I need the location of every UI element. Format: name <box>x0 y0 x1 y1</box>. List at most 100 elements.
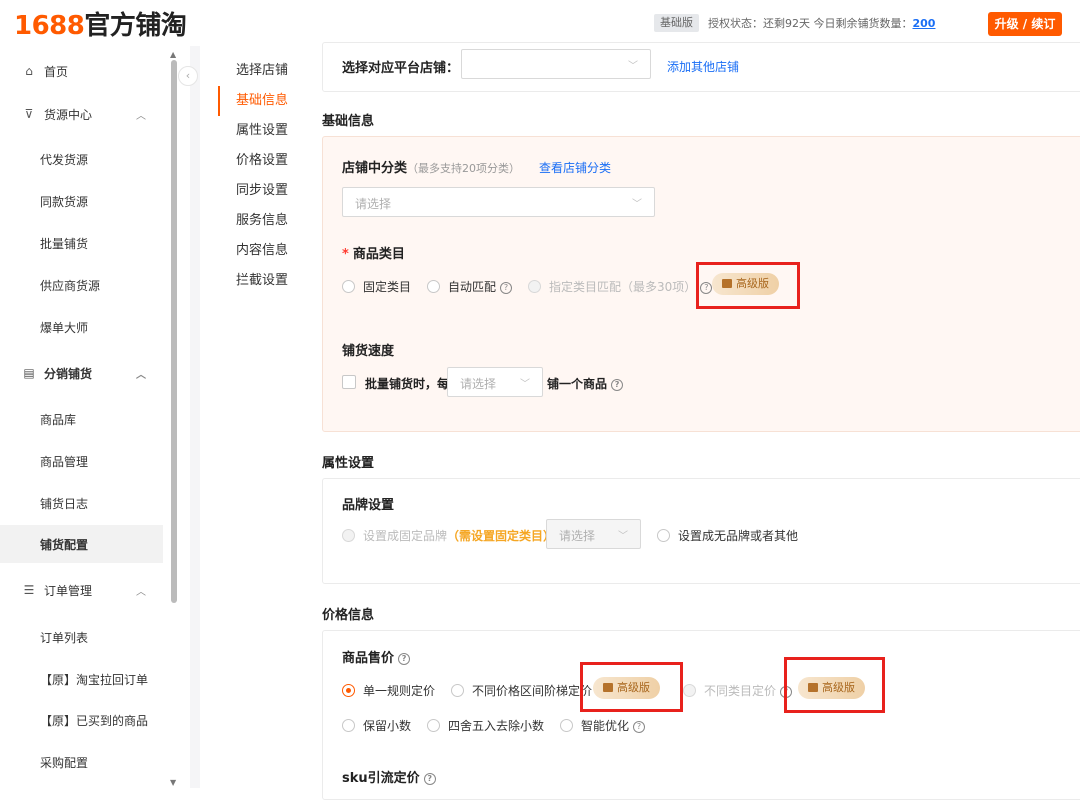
shop-category-select[interactable]: 请选择 ﹀ <box>342 187 655 217</box>
help-icon[interactable]: ? <box>398 652 411 665</box>
anchor-basic-info[interactable]: 基础信息 <box>214 86 314 116</box>
upgrade-button[interactable]: 升级 / 续订 <box>988 12 1062 36</box>
radio-no-brand[interactable] <box>657 529 670 542</box>
sidebar-item-product-library[interactable]: 商品库 <box>0 400 163 438</box>
radio-label: 保留小数 <box>363 719 412 733</box>
sidebar-group-source-center[interactable]: ⊽ 货源中心 ︿ <box>0 95 163 133</box>
radio-fixed-category[interactable] <box>342 280 355 293</box>
radio-label: 固定类目 <box>363 280 412 294</box>
radio-label: 不同类目定价? <box>704 682 793 699</box>
help-icon[interactable]: ? <box>611 378 624 391</box>
sidebar-group-orders[interactable]: ☰ 订单管理 ︿ <box>0 571 163 609</box>
category-price-option: 不同类目定价? <box>683 682 798 699</box>
anchor-price-settings[interactable]: 价格设置 <box>214 146 314 176</box>
highlight-box <box>696 262 800 309</box>
brand-none-option: 设置成无品牌或者其他 <box>657 527 814 544</box>
collapse-sidebar-button[interactable]: ‹ <box>178 66 198 86</box>
sidebar-group-distribution[interactable]: ▤ 分销铺货 ︿ <box>0 354 163 392</box>
chevron-up-icon: ︿ <box>136 369 146 381</box>
store-select[interactable]: ﹀ <box>461 49 651 79</box>
app-logo[interactable]: 1688官方铺淘 <box>14 5 187 42</box>
radio-category-price[interactable] <box>683 684 696 697</box>
speed-prefix: 批量铺货时，每 <box>365 377 450 391</box>
highlight-box <box>580 662 683 712</box>
brand-requirement-note: （需设置固定类目） <box>447 529 556 543</box>
anchor-service-info[interactable]: 服务信息 <box>214 206 314 236</box>
radio-round-off[interactable] <box>427 719 441 732</box>
logo-text: 官方铺淘 <box>84 11 187 41</box>
shop-category-hint: （最多支持20项分类） <box>407 162 521 175</box>
sidebar-item-taobao-orders[interactable]: 【原】淘宝拉回订单 <box>0 660 163 698</box>
sidebar-item-bought-products[interactable]: 【原】已买到的商品 <box>0 701 163 739</box>
batch-speed-checkbox[interactable] <box>342 375 356 389</box>
help-icon[interactable]: ? <box>500 281 513 294</box>
speed-select[interactable]: 请选择 ﹀ <box>447 367 543 397</box>
auth-status: 授权状态：还剩92天 今日剩余铺货数量：200 <box>708 15 935 31</box>
radio-keep-decimals[interactable] <box>342 719 355 732</box>
radio-smart-optimize[interactable] <box>560 719 574 732</box>
remaining-count-link[interactable]: 200 <box>913 17 936 30</box>
radio-tiered-price[interactable] <box>451 684 465 697</box>
chevron-down-icon: ﹀ <box>628 61 638 72</box>
price-rule-group: 单一规则定价 不同价格区间阶梯定价 <box>342 682 608 699</box>
speed-suffix: 铺一个商品? <box>547 375 624 392</box>
home-icon: ⌂ <box>25 64 33 78</box>
sidebar-item-hot-master[interactable]: 爆单大师 <box>0 308 163 346</box>
sidebar-item-dropship-source[interactable]: 代发货源 <box>0 140 163 178</box>
sidebar-item-order-list[interactable]: 订单列表 <box>0 618 163 656</box>
radio-fixed-brand[interactable] <box>342 529 355 542</box>
highlight-box <box>784 657 885 713</box>
sidebar-item-supplier-source[interactable]: 供应商货源 <box>0 266 163 304</box>
sale-price-title: 商品售价 <box>342 651 395 666</box>
section-title-price: 价格信息 <box>322 608 375 623</box>
radio-label: 自动匹配? <box>448 278 513 295</box>
config-main: 选择对应平台店铺： ﹀ 添加其他店铺 基础信息 店铺中分类（最多支持20项分类）… <box>306 42 1080 800</box>
anchor-intercept-settings[interactable]: 拦截设置 <box>214 266 314 296</box>
scroll-down-arrow[interactable]: ▼ <box>170 778 176 787</box>
required-mark: * <box>342 247 349 262</box>
brand-label: 品牌设置 <box>342 498 395 513</box>
sidebar-item-product-management[interactable]: 商品管理 <box>0 442 163 480</box>
radio-specified-category[interactable] <box>528 280 542 293</box>
sidebar-scrollbar[interactable] <box>171 60 177 603</box>
anchor-select-store[interactable]: 选择店铺 <box>214 56 314 86</box>
radio-single-rule[interactable] <box>342 684 355 697</box>
product-category-title: 商品类目 <box>352 247 405 262</box>
radio-label-text: 不同类目定价 <box>704 684 777 698</box>
sidebar-item-purchase-config[interactable]: 采购配置 <box>0 743 163 781</box>
select-placeholder: 请选择 <box>460 377 497 391</box>
brand-fixed-option: 设置成固定品牌 （需设置固定类目） <box>342 527 555 544</box>
sidebar-item-same-source[interactable]: 同款货源 <box>0 182 163 220</box>
radio-label-text: 自动匹配 <box>448 280 497 294</box>
radio-label-text: 智能优化 <box>581 719 630 733</box>
radio-label: 设置成固定品牌 <box>363 529 448 543</box>
brand-select[interactable]: 请选择 ﹀ <box>546 519 641 549</box>
anchor-attribute-settings[interactable]: 属性设置 <box>214 116 314 146</box>
store-label: 选择对应平台店铺： <box>342 61 460 76</box>
view-shop-category-link[interactable]: 查看店铺分类 <box>539 159 611 176</box>
price-card <box>322 630 1080 800</box>
sidebar-item-batch-listing[interactable]: 批量铺货 <box>0 224 163 262</box>
radio-auto-match[interactable] <box>427 280 441 293</box>
cart-icon: ⊽ <box>24 107 34 121</box>
chevron-up-icon: ︿ <box>136 110 146 122</box>
sidebar: ⌂ 首页 ⊽ 货源中心 ︿ 代发货源 同款货源 批量铺货 供应商货源 爆单大师 ▤ 分… <box>0 46 178 788</box>
sidebar-item-home[interactable]: ⌂ 首页 <box>0 52 163 90</box>
scroll-up-arrow[interactable]: ▲ <box>170 50 176 59</box>
anchor-content-info[interactable]: 内容信息 <box>214 236 314 266</box>
help-icon[interactable]: ? <box>633 720 646 733</box>
help-icon[interactable]: ? <box>423 772 436 785</box>
sku-price-title: sku引流定价 <box>342 771 420 786</box>
radio-label: 单一规则定价 <box>363 684 436 698</box>
grid-icon: ▤ <box>23 366 35 380</box>
divider <box>190 46 200 788</box>
sidebar-item-listing-config[interactable]: 铺货配置 <box>0 525 163 563</box>
sku-price-label: sku引流定价? <box>342 767 436 786</box>
section-title-basic: 基础信息 <box>322 114 375 129</box>
chevron-up-icon: ︿ <box>136 586 146 598</box>
add-store-link[interactable]: 添加其他店铺 <box>667 58 739 75</box>
anchor-sync-settings[interactable]: 同步设置 <box>214 176 314 206</box>
sidebar-item-listing-log[interactable]: 铺货日志 <box>0 484 163 522</box>
sidebar-label: 订单管理 <box>44 583 93 598</box>
section-title-attributes: 属性设置 <box>322 456 375 471</box>
